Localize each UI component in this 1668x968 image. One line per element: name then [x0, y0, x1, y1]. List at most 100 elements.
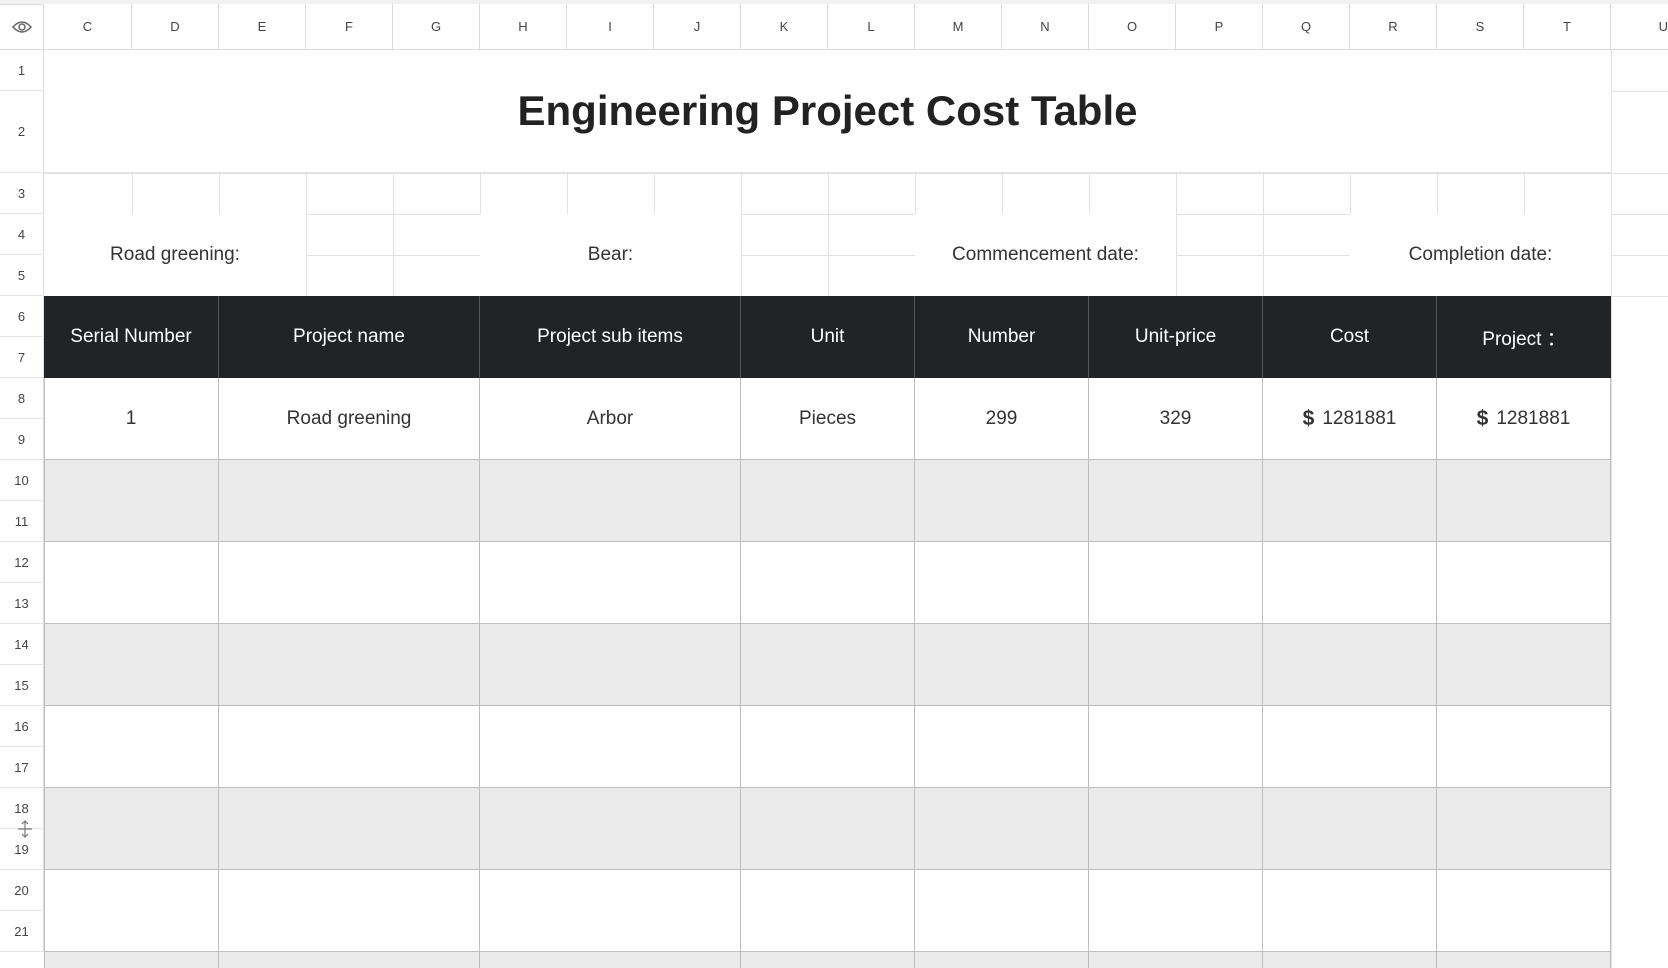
- column-header-q[interactable]: Q: [1263, 4, 1350, 50]
- column-header-r[interactable]: R: [1350, 4, 1437, 50]
- page-title[interactable]: Engineering Project Cost Table: [44, 50, 1611, 173]
- header-project-sub-items[interactable]: Project sub items: [480, 296, 741, 378]
- table-cell[interactable]: [1089, 788, 1263, 870]
- column-header-s[interactable]: S: [1437, 4, 1524, 50]
- table-cell[interactable]: [219, 706, 480, 788]
- table-cell[interactable]: [480, 542, 741, 624]
- commencement-date-label[interactable]: Commencement date:: [915, 214, 1176, 296]
- row-header-4[interactable]: 4: [0, 214, 44, 255]
- table-cell[interactable]: [480, 460, 741, 542]
- table-cell[interactable]: [1089, 870, 1263, 952]
- table-cell[interactable]: [915, 952, 1089, 968]
- table-cell[interactable]: [219, 952, 480, 968]
- road-greening-label[interactable]: Road greening:: [44, 214, 306, 296]
- table-cell[interactable]: [44, 788, 219, 870]
- select-all-corner[interactable]: [0, 4, 44, 50]
- table-cell[interactable]: [44, 460, 219, 542]
- table-cell[interactable]: [1263, 788, 1437, 870]
- table-cell[interactable]: [44, 706, 219, 788]
- row-header-7[interactable]: 7: [0, 337, 44, 378]
- bear-label[interactable]: Bear:: [480, 214, 741, 296]
- table-cell[interactable]: [219, 460, 480, 542]
- row-resize-icon[interactable]: [16, 820, 34, 838]
- table-cell[interactable]: [480, 788, 741, 870]
- column-header-t[interactable]: T: [1524, 4, 1611, 50]
- header-project-name[interactable]: Project name: [219, 296, 480, 378]
- column-header-j[interactable]: J: [654, 4, 741, 50]
- table-cell[interactable]: [741, 460, 915, 542]
- column-header-k[interactable]: K: [741, 4, 828, 50]
- table-cell[interactable]: [219, 870, 480, 952]
- header-cost[interactable]: Cost: [1263, 296, 1437, 378]
- row-header-21[interactable]: 21: [0, 911, 44, 952]
- row-header-13[interactable]: 13: [0, 583, 44, 624]
- table-cell[interactable]: [1437, 706, 1611, 788]
- table-cell[interactable]: [219, 542, 480, 624]
- column-header-g[interactable]: G: [393, 4, 480, 50]
- table-cell[interactable]: [44, 542, 219, 624]
- row-header-20[interactable]: 20: [0, 870, 44, 911]
- row-header-11[interactable]: 11: [0, 501, 44, 542]
- table-cell[interactable]: [1437, 788, 1611, 870]
- column-header-n[interactable]: N: [1002, 4, 1089, 50]
- table-cell[interactable]: [741, 788, 915, 870]
- header-serial-number[interactable]: Serial Number: [44, 296, 219, 378]
- table-cell[interactable]: [1089, 624, 1263, 706]
- column-header-d[interactable]: D: [132, 4, 219, 50]
- column-header-h[interactable]: H: [480, 4, 567, 50]
- sheet-grid[interactable]: Engineering Project Cost Table Road gree…: [44, 50, 1668, 968]
- table-cell[interactable]: [1437, 952, 1611, 968]
- cell-unit[interactable]: Pieces: [741, 378, 915, 460]
- table-cell[interactable]: [1263, 870, 1437, 952]
- table-cell[interactable]: [741, 706, 915, 788]
- column-header-u[interactable]: U: [1611, 4, 1668, 50]
- column-header-f[interactable]: F: [306, 4, 393, 50]
- cell-project-name[interactable]: Road greening: [219, 378, 480, 460]
- row-header-17[interactable]: 17: [0, 747, 44, 788]
- cell-number[interactable]: 299: [915, 378, 1089, 460]
- row-header-15[interactable]: 15: [0, 665, 44, 706]
- column-header-i[interactable]: I: [567, 4, 654, 50]
- table-cell[interactable]: [219, 624, 480, 706]
- column-header-l[interactable]: L: [828, 4, 915, 50]
- table-cell[interactable]: [1263, 542, 1437, 624]
- cell-project-total[interactable]: $ 1281881: [1437, 378, 1611, 460]
- table-cell[interactable]: [1263, 706, 1437, 788]
- table-cell[interactable]: [915, 870, 1089, 952]
- table-cell[interactable]: [1437, 460, 1611, 542]
- table-cell[interactable]: [44, 624, 219, 706]
- table-cell[interactable]: [1089, 542, 1263, 624]
- table-cell[interactable]: [915, 460, 1089, 542]
- table-cell[interactable]: [741, 952, 915, 968]
- table-cell[interactable]: [1263, 952, 1437, 968]
- row-header-2[interactable]: 2: [0, 91, 44, 173]
- cell-serial-number[interactable]: 1: [44, 378, 219, 460]
- row-header-9[interactable]: 9: [0, 419, 44, 460]
- header-project[interactable]: Project ：: [1437, 296, 1611, 378]
- table-cell[interactable]: [741, 542, 915, 624]
- table-cell[interactable]: [915, 542, 1089, 624]
- table-cell[interactable]: [44, 870, 219, 952]
- header-number[interactable]: Number: [915, 296, 1089, 378]
- table-cell[interactable]: [741, 870, 915, 952]
- table-cell[interactable]: [915, 788, 1089, 870]
- table-cell[interactable]: [1437, 624, 1611, 706]
- row-header-10[interactable]: 10: [0, 460, 44, 501]
- table-cell[interactable]: [1263, 460, 1437, 542]
- table-cell[interactable]: [741, 624, 915, 706]
- cell-cost[interactable]: $ 1281881: [1263, 378, 1437, 460]
- row-header-12[interactable]: 12: [0, 542, 44, 583]
- row-header-3[interactable]: 3: [0, 173, 44, 214]
- eye-icon[interactable]: [11, 20, 32, 34]
- table-cell[interactable]: [1437, 542, 1611, 624]
- table-cell[interactable]: [1089, 952, 1263, 968]
- table-cell[interactable]: [1263, 624, 1437, 706]
- column-header-p[interactable]: P: [1176, 4, 1263, 50]
- row-header-5[interactable]: 5: [0, 255, 44, 296]
- cell-project-sub-item[interactable]: Arbor: [480, 378, 741, 460]
- row-header-1[interactable]: 1: [0, 50, 44, 91]
- table-cell[interactable]: [1089, 706, 1263, 788]
- column-header-e[interactable]: E: [219, 4, 306, 50]
- row-header-6[interactable]: 6: [0, 296, 44, 337]
- table-cell[interactable]: [1437, 870, 1611, 952]
